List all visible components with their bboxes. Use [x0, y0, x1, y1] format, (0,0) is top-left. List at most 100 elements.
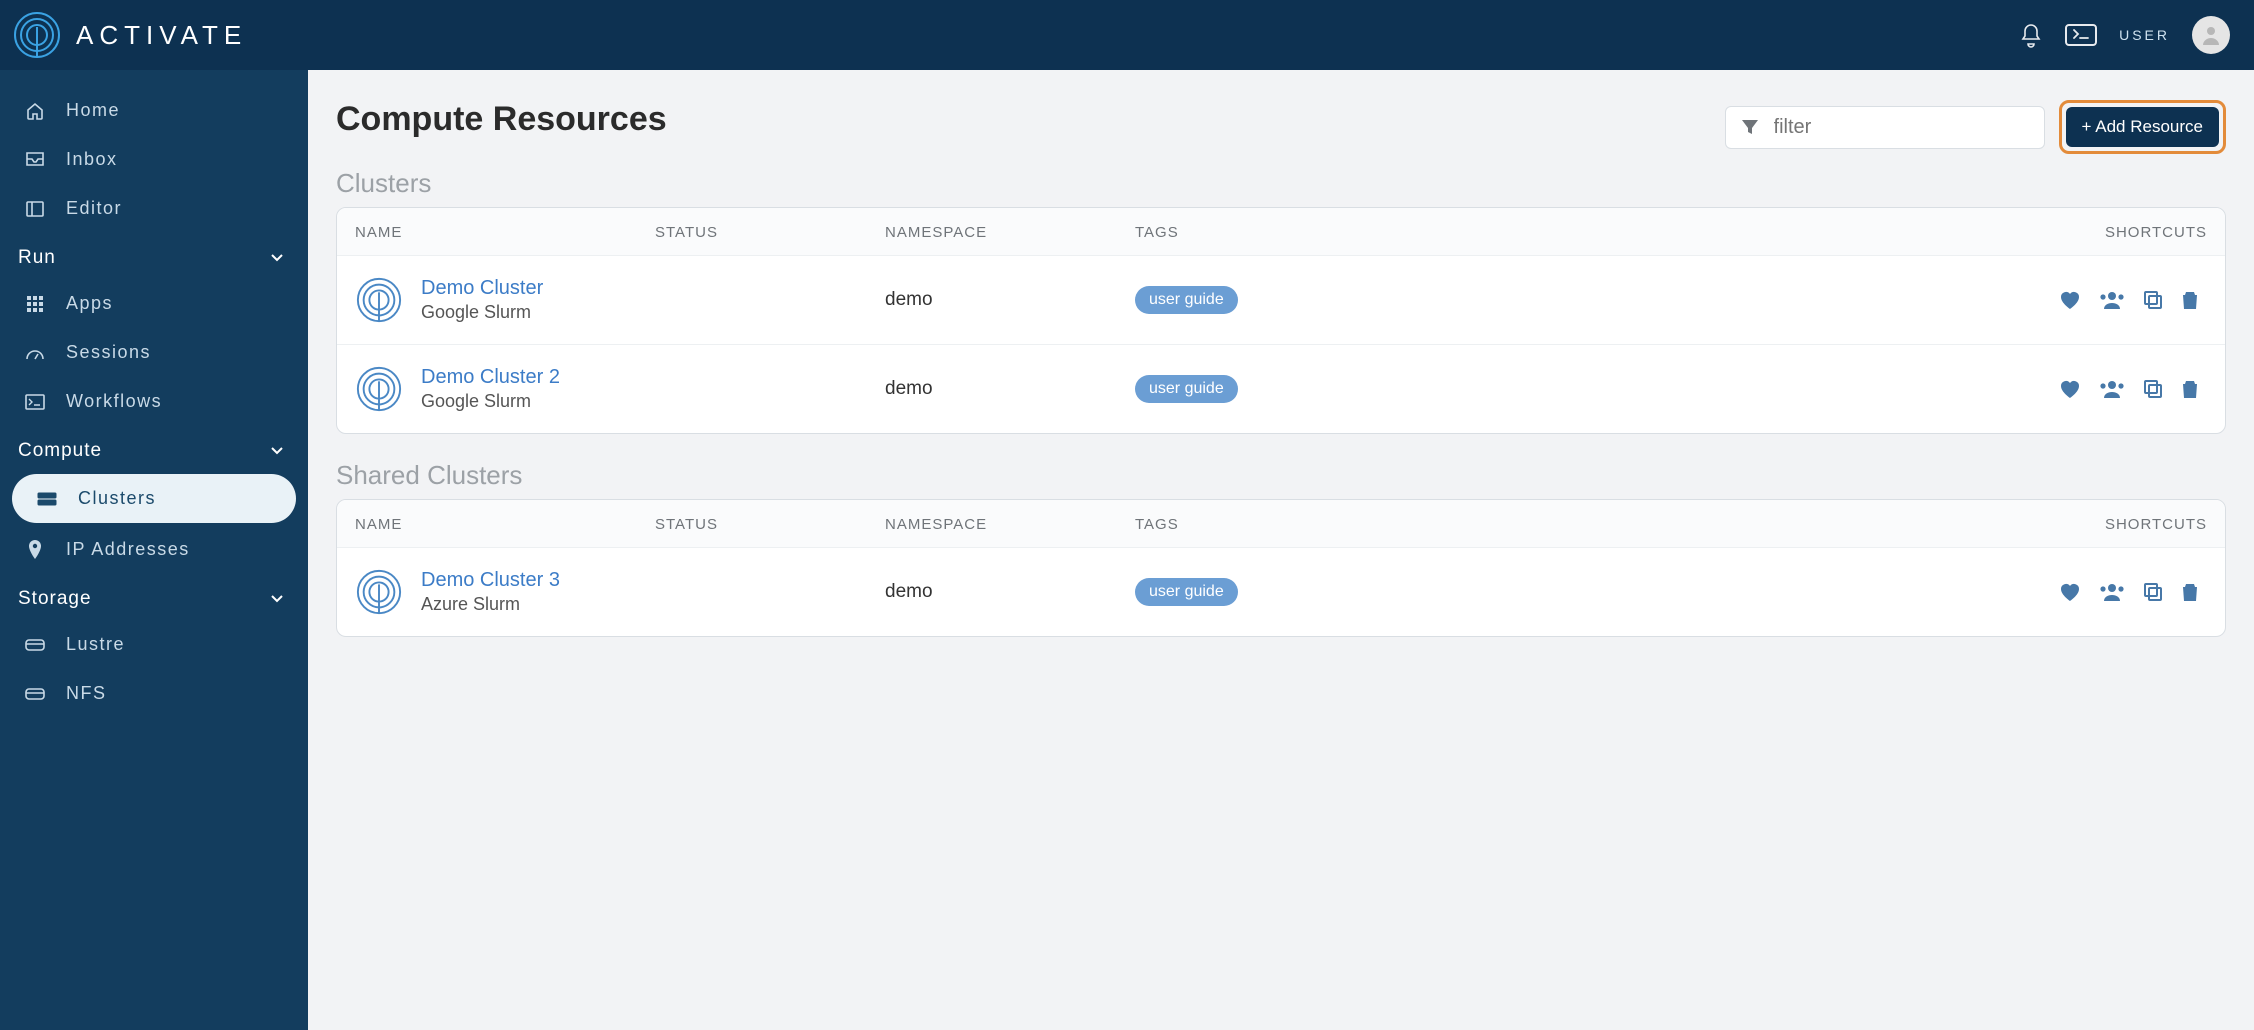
col-shortcuts: SHORTCUTS — [1375, 224, 2207, 241]
add-resource-highlight: + Add Resource — [2059, 100, 2226, 154]
cell-namespace: demo — [885, 581, 1135, 603]
disk-icon — [24, 637, 46, 653]
cluster-subtitle: Google Slurm — [421, 302, 543, 323]
copy-icon[interactable] — [2143, 379, 2163, 399]
table-row: Demo Cluster 3 Azure Slurm demo user gui… — [337, 548, 2225, 636]
sidebar: Home Inbox Editor Run Apps — [0, 0, 308, 1030]
topbar-right: USER — [2019, 16, 2230, 54]
copy-icon[interactable] — [2143, 582, 2163, 602]
table-header: NAME STATUS NAMESPACE TAGS SHORTCUTS — [337, 500, 2225, 548]
terminal-small-icon — [24, 394, 46, 410]
avatar[interactable] — [2192, 16, 2230, 54]
topbar: ACTIVATE USER — [0, 0, 2254, 70]
terminal-icon[interactable] — [2065, 24, 2097, 46]
disk-icon — [24, 686, 46, 702]
col-name: NAME — [355, 516, 655, 533]
trash-icon[interactable] — [2181, 379, 2199, 399]
tag-badge[interactable]: user guide — [1135, 578, 1238, 606]
heart-icon[interactable] — [2059, 290, 2081, 310]
col-status: STATUS — [655, 224, 885, 241]
server-icon — [36, 492, 58, 506]
cluster-subtitle: Google Slurm — [421, 391, 560, 412]
chevron-down-icon — [270, 253, 284, 263]
col-tags: TAGS — [1135, 224, 1375, 241]
sidebar-section-storage[interactable]: Storage — [0, 574, 308, 620]
sidebar-item-label: Apps — [66, 293, 113, 314]
cluster-subtitle: Azure Slurm — [421, 594, 560, 615]
chevron-down-icon — [270, 594, 284, 604]
col-tags: TAGS — [1135, 516, 1375, 533]
grid-icon — [24, 295, 46, 313]
sidebar-item-lustre[interactable]: Lustre — [0, 620, 308, 669]
cluster-link[interactable]: Demo Cluster — [421, 277, 543, 300]
add-resource-button[interactable]: + Add Resource — [2066, 107, 2219, 147]
tag-badge[interactable]: user guide — [1135, 375, 1238, 403]
editor-icon — [24, 200, 46, 218]
sidebar-item-home[interactable]: Home — [0, 86, 308, 135]
sidebar-item-label: Sessions — [66, 342, 151, 363]
shared-clusters-table: NAME STATUS NAMESPACE TAGS SHORTCUTS Dem… — [336, 499, 2226, 637]
sidebar-section-label: Storage — [18, 588, 92, 610]
shortcuts-cell — [1375, 582, 2207, 602]
section-title-clusters: Clusters — [336, 168, 2226, 199]
col-status: STATUS — [655, 516, 885, 533]
sidebar-section-label: Compute — [18, 440, 102, 462]
sidebar-item-workflows[interactable]: Workflows — [0, 377, 308, 426]
cluster-logo-icon — [355, 276, 403, 324]
sidebar-item-editor[interactable]: Editor — [0, 184, 308, 233]
brand-logo-icon — [12, 10, 62, 60]
user-label[interactable]: USER — [2119, 27, 2170, 43]
brand: ACTIVATE — [12, 10, 247, 60]
cell-namespace: demo — [885, 378, 1135, 400]
sidebar-item-ip-addresses[interactable]: IP Addresses — [0, 525, 308, 574]
sidebar-item-sessions[interactable]: Sessions — [0, 328, 308, 377]
trash-icon[interactable] — [2181, 582, 2199, 602]
sidebar-item-label: Lustre — [66, 634, 125, 655]
bell-icon[interactable] — [2019, 22, 2043, 48]
table-row: Demo Cluster 2 Google Slurm demo user gu… — [337, 345, 2225, 433]
sidebar-section-label: Run — [18, 247, 56, 269]
heart-icon[interactable] — [2059, 582, 2081, 602]
users-icon[interactable] — [2099, 582, 2125, 602]
cluster-logo-icon — [355, 365, 403, 413]
sidebar-item-inbox[interactable]: Inbox — [0, 135, 308, 184]
gauge-icon — [24, 345, 46, 361]
sidebar-item-apps[interactable]: Apps — [0, 279, 308, 328]
inbox-icon — [24, 151, 46, 169]
heart-icon[interactable] — [2059, 379, 2081, 399]
table-header: NAME STATUS NAMESPACE TAGS SHORTCUTS — [337, 208, 2225, 256]
trash-icon[interactable] — [2181, 290, 2199, 310]
pin-icon — [24, 540, 46, 560]
sidebar-item-label: NFS — [66, 683, 107, 704]
cluster-link[interactable]: Demo Cluster 3 — [421, 569, 560, 592]
main-content: Compute Resources + Add Resource Cluster… — [308, 70, 2254, 1030]
tag-badge[interactable]: user guide — [1135, 286, 1238, 314]
sidebar-section-run[interactable]: Run — [0, 233, 308, 279]
filter-box[interactable] — [1725, 106, 2045, 149]
sidebar-item-label: Home — [66, 100, 120, 121]
sidebar-section-compute[interactable]: Compute — [0, 426, 308, 472]
filter-input[interactable] — [1772, 115, 2030, 140]
shortcuts-cell — [1375, 379, 2207, 399]
users-icon[interactable] — [2099, 379, 2125, 399]
col-shortcuts: SHORTCUTS — [1375, 516, 2207, 533]
sidebar-item-label: Inbox — [66, 149, 118, 170]
cluster-logo-icon — [355, 568, 403, 616]
col-namespace: NAMESPACE — [885, 224, 1135, 241]
table-row: Demo Cluster Google Slurm demo user guid… — [337, 256, 2225, 345]
cell-namespace: demo — [885, 289, 1135, 311]
users-icon[interactable] — [2099, 290, 2125, 310]
sidebar-item-label: Workflows — [66, 391, 162, 412]
clusters-table: NAME STATUS NAMESPACE TAGS SHORTCUTS Dem… — [336, 207, 2226, 434]
copy-icon[interactable] — [2143, 290, 2163, 310]
sidebar-item-label: Editor — [66, 198, 122, 219]
home-icon — [24, 101, 46, 121]
sidebar-item-nfs[interactable]: NFS — [0, 669, 308, 718]
cluster-link[interactable]: Demo Cluster 2 — [421, 366, 560, 389]
chevron-down-icon — [270, 446, 284, 456]
col-name: NAME — [355, 224, 655, 241]
col-namespace: NAMESPACE — [885, 516, 1135, 533]
shortcuts-cell — [1375, 290, 2207, 310]
sidebar-item-label: Clusters — [78, 488, 156, 509]
sidebar-item-clusters[interactable]: Clusters — [12, 474, 296, 523]
